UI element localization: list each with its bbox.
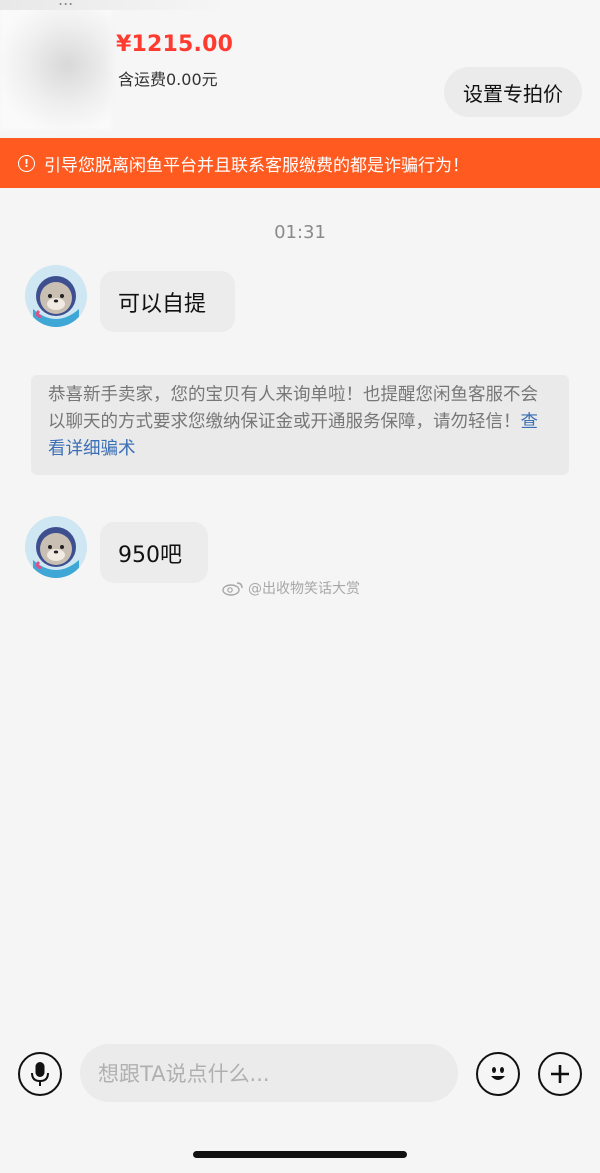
product-thumbnail[interactable] <box>0 0 112 130</box>
shipping-fee: 含运费0.00元 <box>118 70 218 89</box>
message-timestamp: 01:31 <box>274 222 326 243</box>
message-text: 950吧 <box>118 542 182 568</box>
voice-button[interactable] <box>18 1052 62 1096</box>
warning-text: 引导您脱离闲鱼平台并且联系客服缴费的都是诈骗行为！ <box>44 155 469 176</box>
message-input[interactable]: 想跟TA说点什么... <box>80 1044 458 1102</box>
set-special-price-button[interactable]: 设置专拍价 <box>444 67 582 117</box>
seal-avatar-icon <box>25 516 87 578</box>
seal-avatar-icon <box>25 265 87 327</box>
buyer-avatar[interactable] <box>25 265 87 327</box>
message-bubble[interactable]: 950吧 <box>100 522 208 583</box>
message-input-bar: 想跟TA说点什么... <box>0 1040 600 1112</box>
more-button[interactable] <box>538 1052 582 1096</box>
input-placeholder: 想跟TA说点什么... <box>98 1062 270 1086</box>
truncated-text: ... <box>58 0 73 9</box>
product-price: ¥1215.00 <box>116 32 234 57</box>
message-text: 可以自提 <box>118 291 207 317</box>
watermark-text: @出收物笑话大赏 <box>248 581 360 597</box>
system-notice: 恭喜新手卖家，您的宝贝有人来询单啦！也提醒您闲鱼客服不会以聊天的方式要求您缴纳保… <box>31 375 569 475</box>
notice-text: 恭喜新手卖家，您的宝贝有人来询单啦！也提醒您闲鱼客服不会以聊天的方式要求您缴纳保… <box>48 385 538 432</box>
blurred-region <box>0 0 230 10</box>
weibo-watermark: @出收物笑话大赏 <box>222 578 360 598</box>
smiley-icon <box>491 1067 505 1080</box>
chat-screen: ... ¥1215.00 含运费0.00元 设置专拍价 ! 引导您脱离闲鱼平台并… <box>0 0 600 1173</box>
product-card[interactable]: ... ¥1215.00 含运费0.00元 设置专拍价 <box>0 0 600 138</box>
buyer-avatar[interactable] <box>25 516 87 578</box>
emoji-button[interactable] <box>476 1052 520 1096</box>
message-bubble[interactable]: 可以自提 <box>100 271 235 332</box>
weibo-icon <box>222 582 243 596</box>
plus-icon <box>551 1065 569 1083</box>
microphone-icon <box>31 1062 49 1086</box>
info-circle-icon: ! <box>18 154 35 172</box>
home-indicator <box>193 1151 407 1158</box>
fraud-warning-banner: ! 引导您脱离闲鱼平台并且联系客服缴费的都是诈骗行为！ <box>0 138 600 188</box>
